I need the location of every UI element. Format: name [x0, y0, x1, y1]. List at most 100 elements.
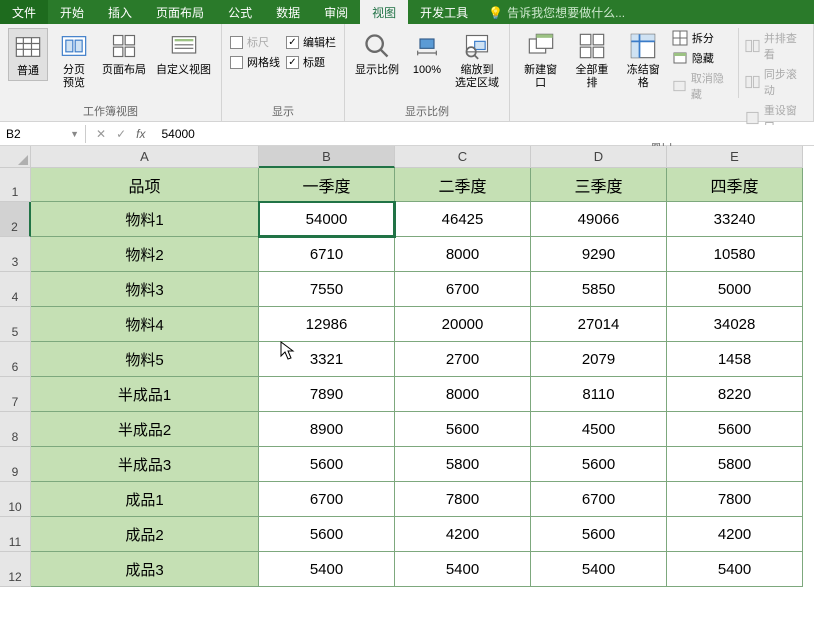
- cell[interactable]: 成品2: [31, 517, 259, 552]
- cell[interactable]: 12986: [259, 307, 395, 342]
- select-all-corner[interactable]: [0, 146, 31, 168]
- cell[interactable]: 5850: [531, 272, 667, 307]
- cell[interactable]: 成品1: [31, 482, 259, 517]
- cell[interactable]: 5600: [667, 412, 803, 447]
- row-header-11[interactable]: 11: [0, 517, 31, 552]
- normal-view-button[interactable]: 普通: [8, 28, 48, 81]
- cell[interactable]: 5800: [395, 447, 531, 482]
- cell[interactable]: 5400: [259, 552, 395, 587]
- row-header-4[interactable]: 4: [0, 272, 31, 307]
- menu-file[interactable]: 文件: [0, 0, 48, 24]
- cell[interactable]: 46425: [395, 202, 531, 237]
- cell[interactable]: 7800: [395, 482, 531, 517]
- row-header-3[interactable]: 3: [0, 237, 31, 272]
- cell[interactable]: 6700: [395, 272, 531, 307]
- col-header-A[interactable]: A: [31, 146, 259, 168]
- zoom-100-button[interactable]: 100%: [407, 28, 447, 79]
- headings-checkbox[interactable]: ✓标题: [286, 54, 336, 70]
- row-header-1[interactable]: 1: [0, 168, 31, 202]
- cell[interactable]: 4200: [395, 517, 531, 552]
- cell[interactable]: 半成品3: [31, 447, 259, 482]
- fx-icon[interactable]: fx: [136, 127, 145, 141]
- page-layout-view-button[interactable]: 页面布局: [100, 28, 148, 79]
- cell[interactable]: 10580: [667, 237, 803, 272]
- cell[interactable]: 2700: [395, 342, 531, 377]
- col-header-B[interactable]: B: [259, 146, 395, 168]
- cell[interactable]: 8900: [259, 412, 395, 447]
- new-window-button[interactable]: 新建窗口: [518, 28, 563, 92]
- menu-formulas[interactable]: 公式: [216, 0, 264, 24]
- menu-review[interactable]: 审阅: [312, 0, 360, 24]
- cell[interactable]: 54000: [259, 202, 395, 237]
- formula-input[interactable]: [155, 125, 814, 143]
- cell[interactable]: 二季度: [395, 168, 531, 202]
- arrange-all-button[interactable]: 全部重排: [569, 28, 614, 92]
- cell[interactable]: 1458: [667, 342, 803, 377]
- formula-bar-checkbox[interactable]: ✓编辑栏: [286, 34, 336, 50]
- cell[interactable]: 5400: [531, 552, 667, 587]
- sync-scroll-button[interactable]: 同步滚动: [745, 66, 805, 98]
- cell[interactable]: 物料4: [31, 307, 259, 342]
- cell[interactable]: 5800: [667, 447, 803, 482]
- col-header-C[interactable]: C: [395, 146, 531, 168]
- cell[interactable]: 20000: [395, 307, 531, 342]
- cell[interactable]: 6710: [259, 237, 395, 272]
- row-header-6[interactable]: 6: [0, 342, 31, 377]
- zoom-to-selection-button[interactable]: 缩放到 选定区域: [453, 28, 501, 92]
- cell[interactable]: 品项: [31, 168, 259, 202]
- cell[interactable]: 27014: [531, 307, 667, 342]
- hide-button[interactable]: 隐藏: [672, 50, 732, 66]
- confirm-icon[interactable]: ✓: [116, 127, 126, 141]
- menu-insert[interactable]: 插入: [96, 0, 144, 24]
- cell[interactable]: 5600: [259, 517, 395, 552]
- zoom-button[interactable]: 显示比例: [353, 28, 401, 79]
- cell[interactable]: 7890: [259, 377, 395, 412]
- cell[interactable]: 49066: [531, 202, 667, 237]
- cell[interactable]: 半成品2: [31, 412, 259, 447]
- cell[interactable]: 5600: [259, 447, 395, 482]
- tell-me-search[interactable]: 💡告诉我您想要做什么...: [480, 0, 633, 24]
- menu-view[interactable]: 视图: [360, 0, 408, 24]
- cell[interactable]: 4200: [667, 517, 803, 552]
- cell[interactable]: 物料1: [31, 202, 259, 237]
- cell[interactable]: 8000: [395, 377, 531, 412]
- row-header-12[interactable]: 12: [0, 552, 31, 587]
- row-header-9[interactable]: 9: [0, 447, 31, 482]
- row-header-2[interactable]: 2: [0, 202, 31, 237]
- cell[interactable]: 一季度: [259, 168, 395, 202]
- cell[interactable]: 5400: [395, 552, 531, 587]
- row-header-7[interactable]: 7: [0, 377, 31, 412]
- cell[interactable]: 8110: [531, 377, 667, 412]
- cell[interactable]: 8000: [395, 237, 531, 272]
- cell[interactable]: 5600: [531, 447, 667, 482]
- menu-data[interactable]: 数据: [264, 0, 312, 24]
- cell[interactable]: 四季度: [667, 168, 803, 202]
- row-header-8[interactable]: 8: [0, 412, 31, 447]
- cell[interactable]: 5000: [667, 272, 803, 307]
- row-header-10[interactable]: 10: [0, 482, 31, 517]
- col-header-E[interactable]: E: [667, 146, 803, 168]
- cell[interactable]: 6700: [259, 482, 395, 517]
- cell[interactable]: 6700: [531, 482, 667, 517]
- split-button[interactable]: 拆分: [672, 30, 732, 46]
- ruler-checkbox[interactable]: 标尺: [230, 34, 280, 50]
- cell[interactable]: 7800: [667, 482, 803, 517]
- cell[interactable]: 34028: [667, 307, 803, 342]
- col-header-D[interactable]: D: [531, 146, 667, 168]
- cell[interactable]: 2079: [531, 342, 667, 377]
- cell[interactable]: 成品3: [31, 552, 259, 587]
- menu-home[interactable]: 开始: [48, 0, 96, 24]
- cell[interactable]: 4500: [531, 412, 667, 447]
- gridlines-checkbox[interactable]: 网格线: [230, 54, 280, 70]
- cell[interactable]: 5600: [531, 517, 667, 552]
- cell[interactable]: 33240: [667, 202, 803, 237]
- cell[interactable]: 5600: [395, 412, 531, 447]
- unhide-button[interactable]: 取消隐藏: [672, 70, 732, 102]
- cell[interactable]: 物料5: [31, 342, 259, 377]
- cell[interactable]: 物料3: [31, 272, 259, 307]
- cell[interactable]: 9290: [531, 237, 667, 272]
- side-by-side-button[interactable]: 并排查看: [745, 30, 805, 62]
- cell[interactable]: 物料2: [31, 237, 259, 272]
- menu-page-layout[interactable]: 页面布局: [144, 0, 216, 24]
- cell[interactable]: 三季度: [531, 168, 667, 202]
